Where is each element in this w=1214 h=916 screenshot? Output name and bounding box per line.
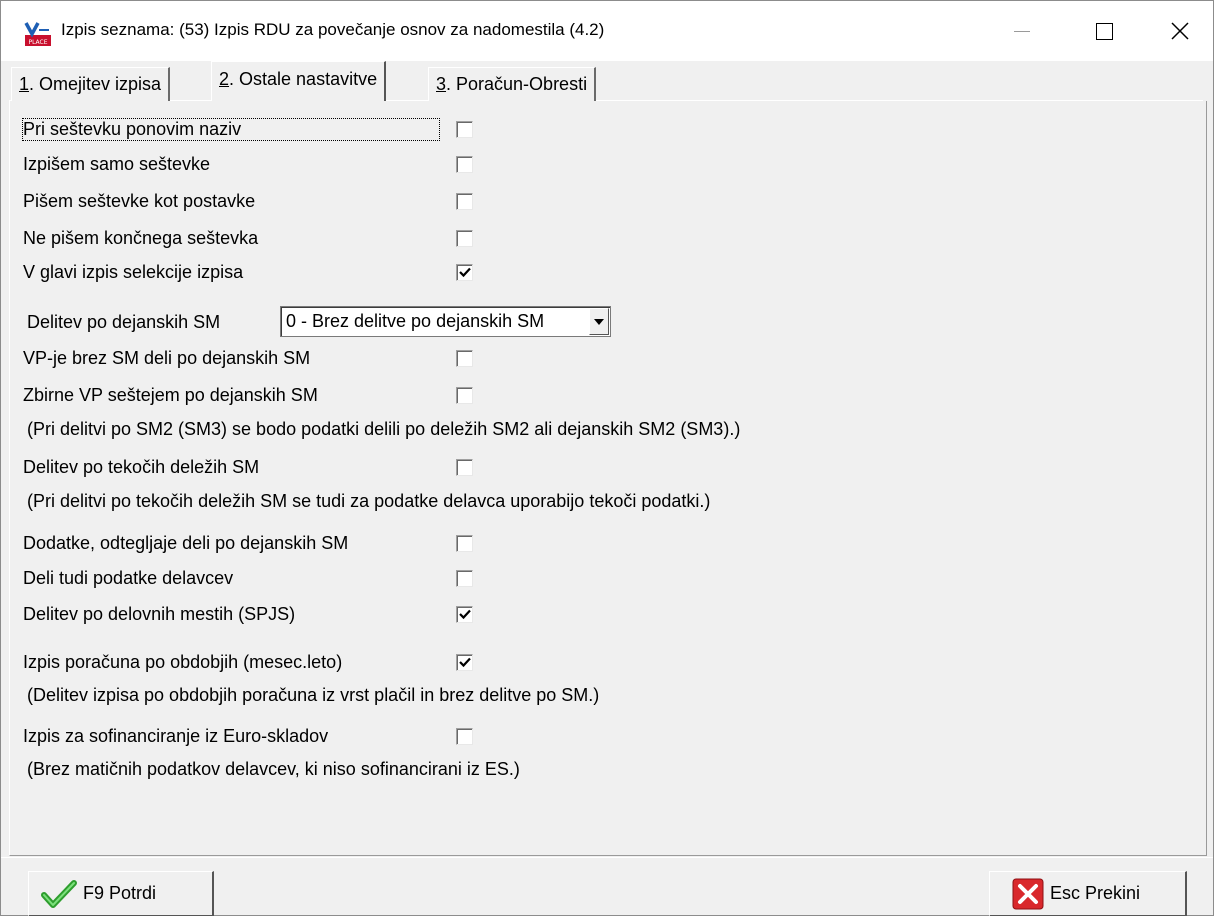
note-current: (Pri delitvi po tekočih deležih SM se tu… <box>27 491 711 511</box>
option-split-worker-data: Deli tudi podatke delavcev <box>23 565 233 591</box>
dropdown-button[interactable] <box>589 308 609 335</box>
checkmark-icon <box>459 267 471 278</box>
current-shares-checkbox[interactable] <box>456 459 473 476</box>
title-bar: PLACE Izpis seznama: (53) Izpis RDU za p… <box>1 1 1213 61</box>
option-header-selection: V glavi izpis selekcije izpisa <box>23 259 243 285</box>
window-title: Izpis seznama: (53) Izpis RDU za povečan… <box>61 20 605 39</box>
cancel-button[interactable]: Esc Prekini <box>989 871 1187 916</box>
cancel-x-icon <box>1012 878 1044 910</box>
close-button[interactable] <box>1145 1 1214 61</box>
option-vp-no-sm: VP-je brez SM deli po dejanskih SM <box>23 345 310 371</box>
option-label: Deli tudi podatke delavcev <box>23 567 234 588</box>
tab-hotkey: 2 <box>219 69 230 89</box>
euro-funds-checkbox[interactable] <box>456 728 473 745</box>
option-only-sums: Izpišem samo seštevke <box>23 151 210 177</box>
tab-ostale-nastavitve[interactable]: 2. Ostale nastavitve <box>211 61 387 101</box>
option-label: Izpišem samo seštevke <box>23 153 211 174</box>
note-euro: (Brez matičnih podatkov delavcev, ki nis… <box>27 759 520 779</box>
svg-text:PLACE: PLACE <box>28 39 47 46</box>
option-euro-funds: Izpis za sofinanciranje iz Euro-skladov <box>23 723 328 749</box>
tab-label: . Omejitev izpisa <box>29 74 162 94</box>
tab-omejitev-izpisa[interactable]: 1. Omejitev izpisa <box>11 67 171 101</box>
header-selection-checkbox[interactable] <box>456 264 473 281</box>
by-period-checkbox[interactable] <box>456 654 473 671</box>
no-final-sum-checkbox[interactable] <box>456 230 473 247</box>
extras-by-sm-checkbox[interactable] <box>456 535 473 552</box>
option-label: Ne pišem končnega seštevka <box>23 227 259 248</box>
option-extras-by-sm: Dodatke, odtegljaje deli po dejanskih SM <box>23 530 348 556</box>
confirm-label: F9 Potrdi <box>83 883 157 903</box>
option-label: Delitev po dejanskih SM <box>27 311 221 332</box>
cancel-label: Esc Prekini <box>1050 883 1141 903</box>
split-by-sm-select[interactable]: 0 - Brez delitve po dejanskih SM <box>280 306 611 337</box>
chevron-down-icon <box>594 318 604 325</box>
option-label: Delitev po delovnih mestih (SPJS) <box>23 603 296 624</box>
option-sums-as-items: Pišem seštevke kot postavke <box>23 188 255 214</box>
option-sum-vp-by-sm: Zbirne VP seštejem po dejanskih SM <box>23 382 318 408</box>
repeat-name-checkbox[interactable] <box>456 121 473 138</box>
note-period: (Delitev izpisa po obdobjih poračuna iz … <box>27 685 600 705</box>
dialog-window: PLACE Izpis seznama: (53) Izpis RDU za p… <box>0 0 1214 916</box>
tab-label: . Poračun-Obresti <box>446 74 588 94</box>
tab-hotkey: 3 <box>436 74 447 94</box>
option-current-shares: Delitev po tekočih deležih SM <box>23 454 259 480</box>
option-label: Pišem seštevke kot postavke <box>23 190 256 211</box>
option-label: Izpis poračuna po obdobjih (mesec.leto) <box>23 651 343 672</box>
only-sums-checkbox[interactable] <box>456 156 473 173</box>
option-label: Pri seštevku ponovim naziv <box>21 117 441 141</box>
maximize-button[interactable] <box>1063 1 1145 61</box>
option-repeat-name[interactable]: Pri seštevku ponovim naziv <box>21 116 441 142</box>
checkmark-icon <box>459 657 471 668</box>
vp-no-sm-checkbox[interactable] <box>456 350 473 367</box>
option-split-by-workplace: Delitev po delovnih mestih (SPJS) <box>23 601 295 627</box>
split-by-workplace-checkbox[interactable] <box>456 606 473 623</box>
option-label: V glavi izpis selekcije izpisa <box>23 261 244 282</box>
select-value: 0 - Brez delitve po dejanskih SM <box>286 311 545 331</box>
option-no-final-sum: Ne pišem končnega seštevka <box>23 225 258 251</box>
option-label: VP-je brez SM deli po dejanskih SM <box>23 347 311 368</box>
sums-as-items-checkbox[interactable] <box>456 193 473 210</box>
option-label: Dodatke, odtegljaje deli po dejanskih SM <box>23 532 349 553</box>
split-worker-data-checkbox[interactable] <box>456 570 473 587</box>
maximize-icon <box>1095 22 1113 40</box>
note-sm2: (Pri delitvi po SM2 (SM3) se bodo podatk… <box>27 419 741 439</box>
tab-hotkey: 1 <box>19 74 30 94</box>
tab-poracun-obresti[interactable]: 3. Poračun-Obresti <box>428 67 597 101</box>
option-label: Delitev po tekočih deležih SM <box>23 456 260 477</box>
tab-label: . Ostale nastavitve <box>229 69 378 89</box>
minimize-icon <box>1014 30 1030 32</box>
checkmark-icon <box>459 609 471 620</box>
sum-vp-by-sm-checkbox[interactable] <box>456 387 473 404</box>
option-label: Izpis za sofinanciranje iz Euro-skladov <box>23 725 329 746</box>
option-label: Zbirne VP seštejem po dejanskih SM <box>23 384 318 405</box>
minimize-button[interactable] <box>981 1 1063 61</box>
option-by-period: Izpis poračuna po obdobjih (mesec.leto) <box>23 649 342 675</box>
app-logo-icon: PLACE <box>24 22 51 46</box>
split-by-sm-label: Delitev po dejanskih SM <box>27 309 220 335</box>
close-icon <box>1171 22 1189 40</box>
checkmark-icon <box>41 879 77 909</box>
confirm-button[interactable]: F9 Potrdi <box>28 871 214 916</box>
